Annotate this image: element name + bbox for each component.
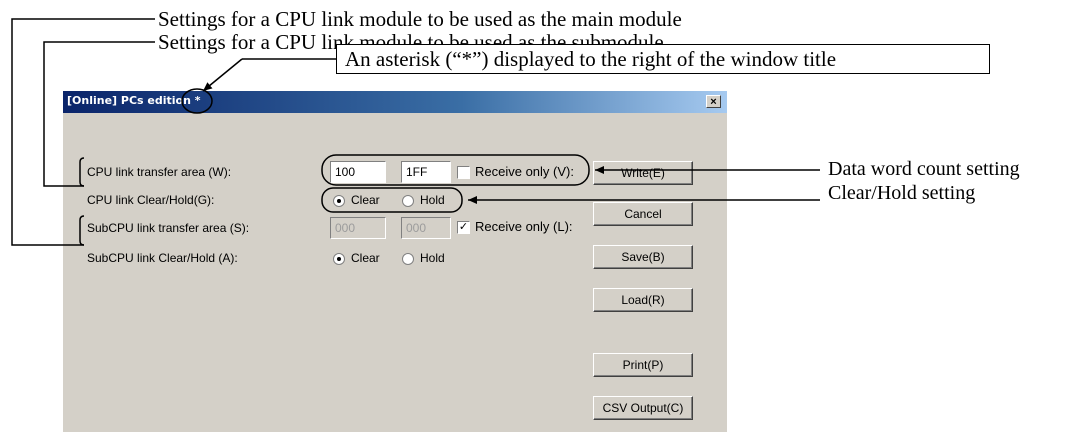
checkmark-icon: ✓ — [458, 221, 469, 233]
pcs-edition-window: [Online] PCs edition * × CPU link transf… — [62, 90, 727, 432]
cpu-clear-label: Clear — [351, 193, 380, 207]
cpu-clear-radio[interactable] — [333, 195, 345, 207]
cpu-clear-hold-label: CPU link Clear/Hold(G): — [87, 193, 215, 207]
sub-hold-label: Hold — [420, 251, 445, 265]
sub-transfer-from-field[interactable]: 000 — [330, 217, 386, 239]
close-button[interactable]: × — [706, 95, 721, 108]
cpu-receive-only-checkbox[interactable] — [457, 166, 470, 179]
print-button[interactable]: Print(P) — [593, 353, 693, 377]
sub-transfer-area-label: SubCPU link transfer area (S): — [87, 221, 250, 235]
sub-clear-label: Clear — [351, 251, 380, 265]
cpu-receive-only-label: Receive only (V): — [475, 164, 574, 179]
cpu-hold-label: Hold — [420, 193, 445, 207]
annotation-data-word-count: Data word count setting — [828, 158, 1020, 180]
window-titlebar: [Online] PCs edition * × — [63, 91, 727, 113]
cpu-transfer-to-field[interactable]: 1FF — [401, 161, 451, 183]
load-button[interactable]: Load(R) — [593, 288, 693, 312]
cancel-button[interactable]: Cancel — [593, 202, 693, 226]
sub-hold-radio[interactable] — [402, 253, 414, 265]
sub-clear-hold-label: SubCPU link Clear/Hold (A): — [87, 251, 238, 265]
write-button[interactable]: Write(E) — [593, 161, 693, 185]
annotation-clear-hold: Clear/Hold setting — [828, 182, 976, 204]
sub-receive-only-checkbox[interactable]: ✓ — [457, 221, 470, 234]
close-icon: × — [710, 96, 717, 108]
save-button[interactable]: Save(B) — [593, 245, 693, 269]
cpu-transfer-area-label: CPU link transfer area (W): — [87, 165, 232, 179]
annotation-asterisk: An asterisk (“*”) displayed to the right… — [336, 44, 990, 74]
sub-transfer-to-field[interactable]: 000 — [401, 217, 451, 239]
annotation-main-module: Settings for a CPU link module to be use… — [158, 7, 682, 31]
cpu-hold-radio[interactable] — [402, 195, 414, 207]
window-title: [Online] PCs edition * — [67, 94, 201, 107]
csv-output-button[interactable]: CSV Output(C) — [593, 396, 693, 420]
cpu-transfer-from-field[interactable]: 100 — [330, 161, 386, 183]
sub-clear-radio[interactable] — [333, 253, 345, 265]
sub-receive-only-label: Receive only (L): — [475, 219, 573, 234]
